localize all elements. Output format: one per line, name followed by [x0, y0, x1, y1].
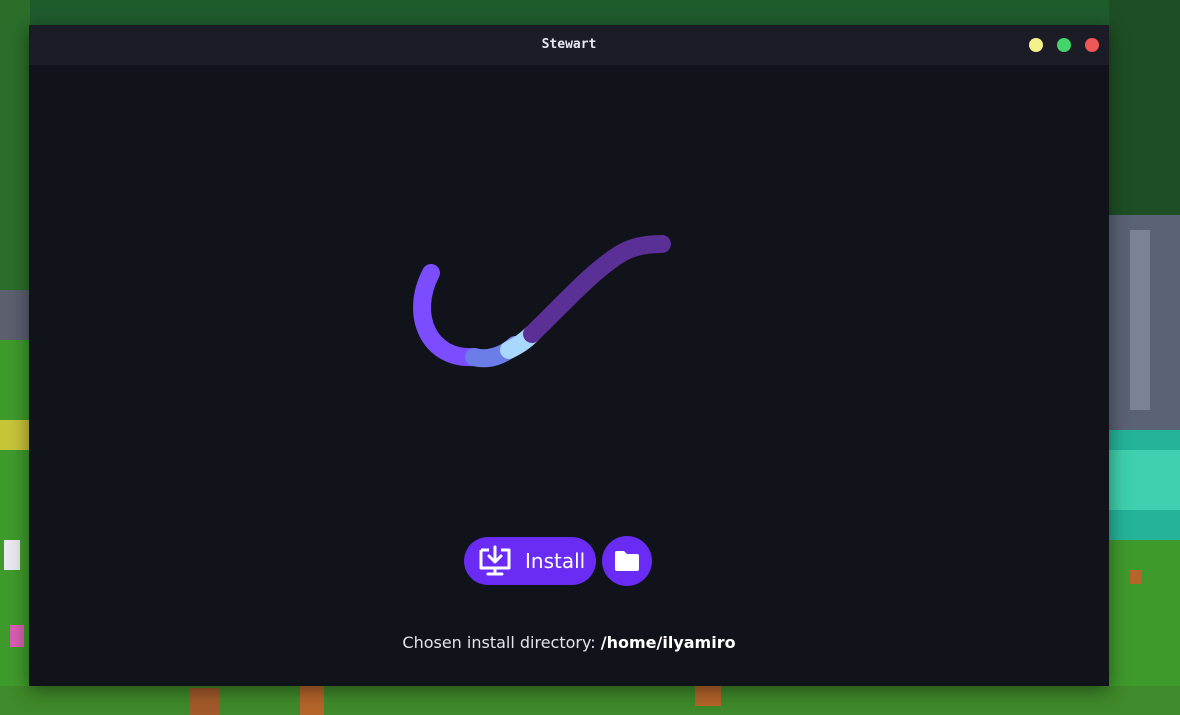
spinner-segment-purple	[413, 264, 483, 367]
install-directory-path: /home/ilyamiro	[600, 633, 736, 652]
choose-folder-button[interactable]	[602, 536, 652, 586]
app-window: Stewart Install Chosen install directory…	[29, 25, 1109, 686]
install-label: Install	[525, 549, 586, 573]
install-directory-label: Chosen install directory:	[402, 633, 601, 652]
folder-icon	[615, 551, 639, 571]
loading-spinner-icon	[413, 235, 671, 368]
install-button[interactable]: Install	[464, 537, 596, 585]
install-directory-text: Chosen install directory: /home/ilyamiro	[29, 633, 1109, 652]
download-to-screen-icon	[479, 545, 511, 576]
spinner-segment-dark	[523, 235, 671, 343]
